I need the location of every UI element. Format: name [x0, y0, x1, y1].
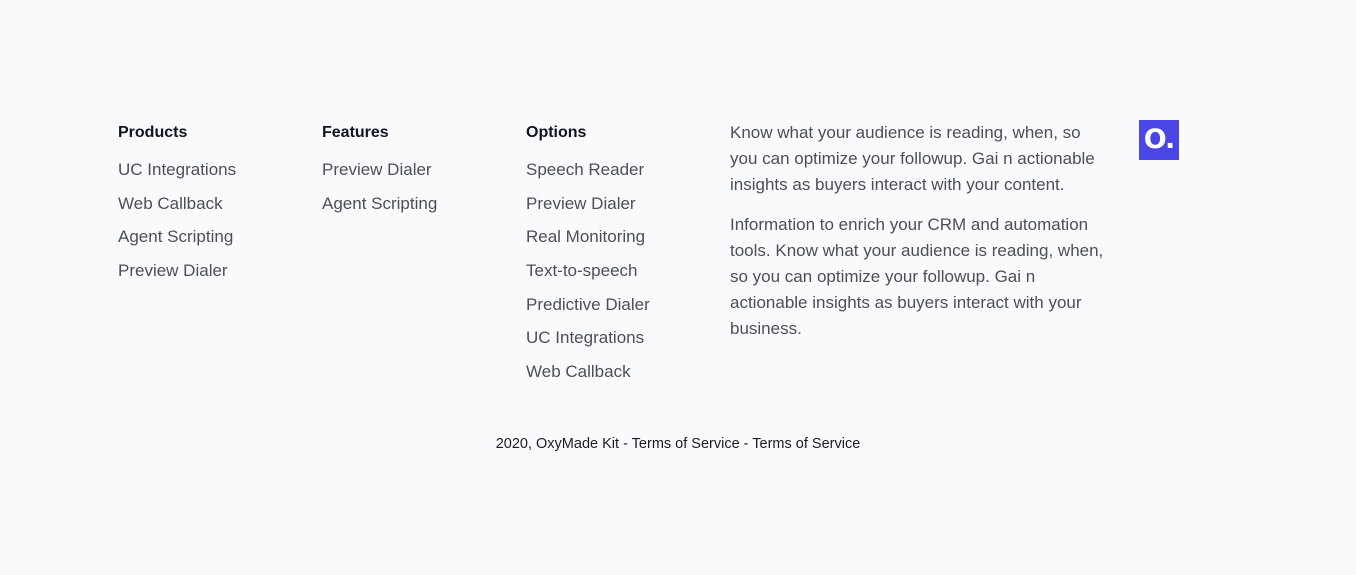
copyright-text: 2020, OxyMade Kit: [495, 436, 620, 452]
about-paragraph-1: Know what your audience is reading, when…: [730, 123, 1095, 194]
options-link-preview-dialer[interactable]: Preview Dialer: [526, 193, 650, 215]
brand-logo[interactable]: O.: [1139, 120, 1179, 160]
copyright-bar: 2020, OxyMade Kit - Terms of Service - T…: [0, 434, 1356, 454]
separator: -: [619, 436, 632, 452]
products-heading: Products: [118, 124, 188, 141]
products-link-uc-integrations[interactable]: UC Integrations: [118, 159, 236, 181]
products-link-agent-scripting[interactable]: Agent Scripting: [118, 226, 236, 248]
terms-of-service-link-secondary[interactable]: Terms of Service: [752, 436, 860, 452]
about-paragraph-2: Information to enrich your CRM and autom…: [730, 215, 1104, 338]
terms-of-service-link[interactable]: Terms of Service: [632, 436, 740, 452]
features-link-preview-dialer[interactable]: Preview Dialer: [322, 159, 437, 181]
products-link-preview-dialer[interactable]: Preview Dialer: [118, 260, 236, 282]
options-column: Options Speech Reader Preview Dialer Rea…: [526, 122, 650, 395]
about-text: Know what your audience is reading, when…: [730, 120, 1110, 341]
products-link-web-callback[interactable]: Web Callback: [118, 193, 236, 215]
features-heading: Features: [322, 124, 389, 141]
options-link-uc-integrations[interactable]: UC Integrations: [526, 327, 650, 349]
products-column: Products UC Integrations Web Callback Ag…: [118, 122, 236, 294]
separator: -: [739, 436, 753, 452]
options-link-text-to-speech[interactable]: Text-to-speech: [526, 260, 650, 282]
options-link-speech-reader[interactable]: Speech Reader: [526, 159, 650, 181]
options-link-web-callback[interactable]: Web Callback: [526, 361, 650, 383]
features-column: Features Preview Dialer Agent Scripting: [322, 122, 437, 226]
site-footer: Products UC Integrations Web Callback Ag…: [0, 0, 1356, 575]
options-link-real-monitoring[interactable]: Real Monitoring: [526, 226, 650, 248]
features-link-agent-scripting[interactable]: Agent Scripting: [322, 193, 437, 215]
options-heading: Options: [526, 124, 587, 141]
options-link-predictive-dialer[interactable]: Predictive Dialer: [526, 294, 650, 316]
